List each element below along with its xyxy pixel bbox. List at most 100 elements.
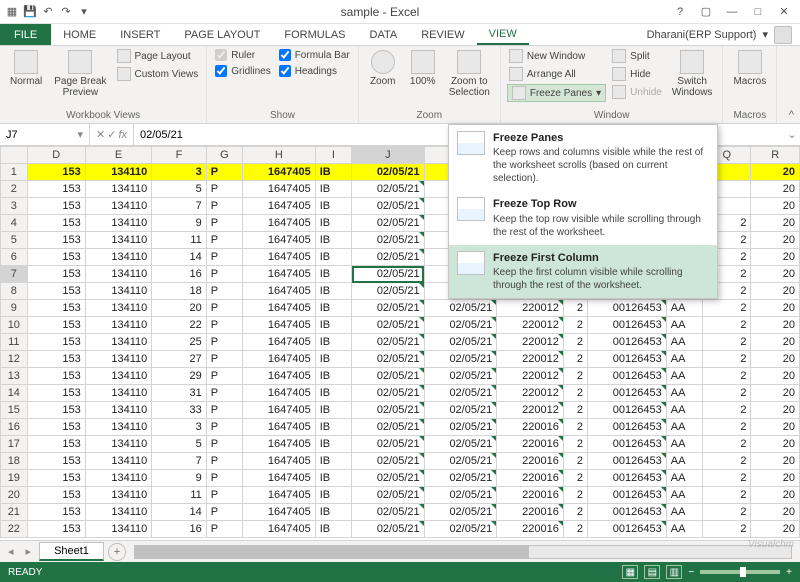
- cell[interactable]: 1647405: [243, 181, 316, 198]
- cell[interactable]: 02/05/21: [352, 402, 425, 419]
- cell[interactable]: 1647405: [243, 368, 316, 385]
- cell[interactable]: 02/05/21: [352, 317, 425, 334]
- cell[interactable]: 25: [152, 334, 206, 351]
- cell[interactable]: 02/05/21: [352, 470, 425, 487]
- row-header[interactable]: 11: [1, 334, 28, 351]
- custom-views-button[interactable]: Custom Views: [115, 66, 201, 82]
- cell[interactable]: 134110: [85, 368, 152, 385]
- cell[interactable]: IB: [315, 232, 351, 249]
- undo-icon[interactable]: ↶: [40, 4, 56, 20]
- cell[interactable]: AA: [666, 453, 702, 470]
- cell[interactable]: 20: [751, 453, 800, 470]
- row-header[interactable]: 22: [1, 521, 28, 538]
- cell[interactable]: 02/05/21: [352, 300, 425, 317]
- row-header[interactable]: 17: [1, 436, 28, 453]
- cell[interactable]: 153: [27, 521, 85, 538]
- name-box[interactable]: J7▾: [0, 124, 90, 145]
- cell[interactable]: 3: [152, 164, 206, 181]
- cell[interactable]: 2: [563, 504, 587, 521]
- cell[interactable]: 02/05/21: [352, 215, 425, 232]
- cell[interactable]: 00126453: [588, 521, 667, 538]
- row-header[interactable]: 4: [1, 215, 28, 232]
- row-header[interactable]: 18: [1, 453, 28, 470]
- cell[interactable]: 2: [703, 453, 751, 470]
- cell[interactable]: 02/05/21: [352, 249, 425, 266]
- cell[interactable]: 02/05/21: [352, 181, 425, 198]
- cell[interactable]: 02/05/21: [424, 334, 497, 351]
- cell[interactable]: 18: [152, 283, 206, 300]
- cell[interactable]: 220016: [497, 419, 564, 436]
- cell[interactable]: 02/05/21: [352, 368, 425, 385]
- cell[interactable]: 153: [27, 164, 85, 181]
- horizontal-scrollbar[interactable]: [134, 545, 792, 559]
- cell[interactable]: AA: [666, 521, 702, 538]
- cell[interactable]: 2: [563, 351, 587, 368]
- cell[interactable]: 02/05/21: [424, 300, 497, 317]
- cell[interactable]: 2: [703, 300, 751, 317]
- cell[interactable]: 00126453: [588, 317, 667, 334]
- cell[interactable]: 2: [563, 521, 587, 538]
- normal-view-icon[interactable]: ▦: [622, 565, 638, 579]
- cell[interactable]: 2: [563, 385, 587, 402]
- cell[interactable]: 20: [751, 266, 800, 283]
- cell[interactable]: IB: [315, 470, 351, 487]
- cell[interactable]: 134110: [85, 521, 152, 538]
- cancel-formula-icon[interactable]: ✕: [96, 128, 105, 141]
- user-name[interactable]: Dharani(ERP Support): [647, 29, 757, 41]
- qat-customize-icon[interactable]: ▾: [76, 4, 92, 20]
- cell[interactable]: 220012: [497, 385, 564, 402]
- cell[interactable]: 00126453: [588, 453, 667, 470]
- row-header[interactable]: 16: [1, 419, 28, 436]
- cell[interactable]: 02/05/21: [424, 521, 497, 538]
- cell[interactable]: 9: [152, 215, 206, 232]
- cell[interactable]: 20: [751, 164, 800, 181]
- cell[interactable]: 14: [152, 504, 206, 521]
- cell[interactable]: P: [206, 249, 242, 266]
- cell[interactable]: 153: [27, 215, 85, 232]
- page-layout-button[interactable]: Page Layout: [115, 48, 201, 64]
- cell[interactable]: 29: [152, 368, 206, 385]
- new-sheet-button[interactable]: +: [108, 543, 126, 561]
- cell[interactable]: 134110: [85, 453, 152, 470]
- unhide-button[interactable]: Unhide: [610, 84, 664, 100]
- user-avatar-icon[interactable]: [774, 26, 792, 44]
- cell[interactable]: 153: [27, 385, 85, 402]
- switch-windows-button[interactable]: Switch Windows: [668, 48, 717, 100]
- cell[interactable]: IB: [315, 283, 351, 300]
- cell[interactable]: 1647405: [243, 232, 316, 249]
- cell[interactable]: IB: [315, 453, 351, 470]
- cell[interactable]: 2: [703, 385, 751, 402]
- cell[interactable]: 134110: [85, 181, 152, 198]
- cell[interactable]: 22: [152, 317, 206, 334]
- cell[interactable]: 153: [27, 453, 85, 470]
- column-header[interactable]: D: [27, 147, 85, 164]
- cell[interactable]: 2: [703, 402, 751, 419]
- column-header[interactable]: J: [352, 147, 425, 164]
- page-break-view-icon[interactable]: ▥: [666, 565, 682, 579]
- cell[interactable]: P: [206, 470, 242, 487]
- cell[interactable]: 2: [563, 402, 587, 419]
- cell[interactable]: 02/05/21: [424, 487, 497, 504]
- cell[interactable]: 2: [703, 334, 751, 351]
- cell[interactable]: 153: [27, 351, 85, 368]
- enter-formula-icon[interactable]: ✓: [107, 128, 116, 141]
- cell[interactable]: 02/05/21: [352, 232, 425, 249]
- close-icon[interactable]: ✕: [772, 3, 796, 21]
- cell[interactable]: 134110: [85, 232, 152, 249]
- cell[interactable]: 2: [703, 351, 751, 368]
- expand-formula-bar-icon[interactable]: ⌄: [784, 124, 800, 145]
- cell[interactable]: 134110: [85, 419, 152, 436]
- cell[interactable]: IB: [315, 300, 351, 317]
- normal-button[interactable]: Normal: [6, 48, 46, 89]
- cell[interactable]: 02/05/21: [424, 317, 497, 334]
- cell[interactable]: 02/05/21: [352, 504, 425, 521]
- row-header[interactable]: 20: [1, 487, 28, 504]
- cell[interactable]: AA: [666, 300, 702, 317]
- cell[interactable]: AA: [666, 504, 702, 521]
- cell[interactable]: 16: [152, 521, 206, 538]
- cell[interactable]: 1647405: [243, 419, 316, 436]
- cell[interactable]: 00126453: [588, 487, 667, 504]
- cell[interactable]: 153: [27, 402, 85, 419]
- cell[interactable]: 220012: [497, 334, 564, 351]
- tab-page-layout[interactable]: PAGE LAYOUT: [172, 24, 272, 45]
